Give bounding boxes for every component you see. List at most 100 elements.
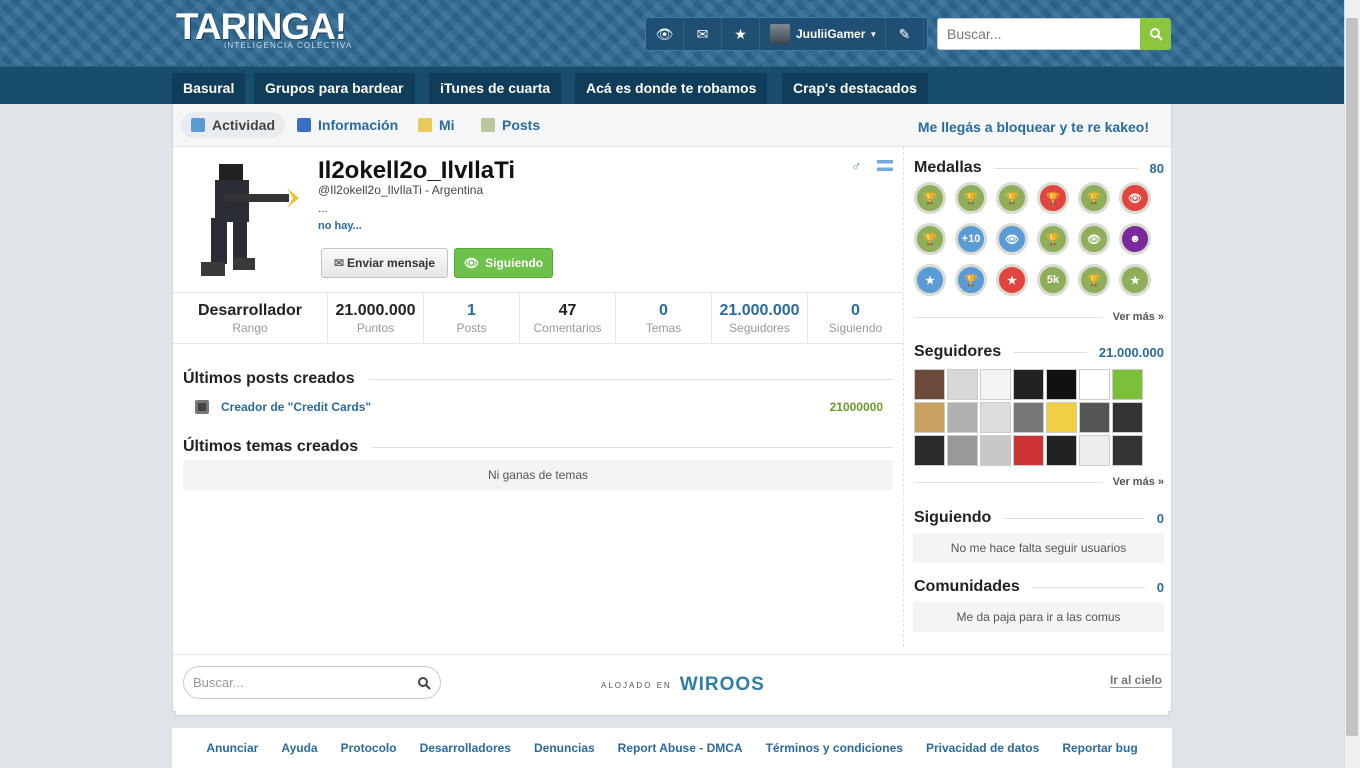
username: JuuliiGamer bbox=[796, 27, 866, 41]
follower-avatar[interactable] bbox=[914, 369, 945, 400]
footer-link-dmca[interactable]: Report Abuse - DMCA bbox=[618, 741, 743, 755]
follower-avatar[interactable] bbox=[914, 402, 945, 433]
nav-item-itunes[interactable]: iTunes de cuarta bbox=[429, 73, 562, 105]
medal-icon[interactable]: +10 bbox=[955, 223, 987, 255]
header-bar: TARINGA! INTELIGENCIA COLECTIVA 👁 ✉ ★ Ju… bbox=[0, 0, 1344, 66]
document-icon bbox=[481, 118, 495, 132]
follower-avatar[interactable] bbox=[1046, 402, 1077, 433]
monitor-eye-icon[interactable]: 👁 bbox=[646, 18, 684, 50]
medal-icon[interactable]: 🏆 bbox=[996, 182, 1028, 214]
medal-icon[interactable]: 🏆 bbox=[955, 264, 987, 296]
stat-rango: Desarrollador Rango bbox=[173, 293, 328, 343]
latest-topics-heading: Últimos temas creados bbox=[183, 438, 893, 456]
floppy-disk-icon bbox=[195, 400, 209, 414]
tab-mi[interactable]: Mi bbox=[418, 112, 455, 138]
user-menu[interactable]: JuuliiGamer ▼ bbox=[760, 18, 886, 50]
follower-avatar[interactable] bbox=[1112, 369, 1143, 400]
follower-avatar[interactable] bbox=[1046, 369, 1077, 400]
follower-avatar[interactable] bbox=[947, 435, 978, 466]
list-item[interactable]: Creador de "Credit Cards" 21000000 bbox=[183, 396, 893, 418]
medal-icon[interactable]: 👁 bbox=[1078, 223, 1110, 255]
footer-link-desarrolladores[interactable]: Desarrolladores bbox=[420, 741, 511, 755]
follower-avatar[interactable] bbox=[1112, 402, 1143, 433]
male-gender-icon: ♂ bbox=[851, 158, 862, 174]
follower-avatar[interactable] bbox=[947, 402, 978, 433]
follower-avatar[interactable] bbox=[1079, 369, 1110, 400]
medal-icon[interactable]: 👁 bbox=[996, 223, 1028, 255]
footer-link-ayuda[interactable]: Ayuda bbox=[281, 741, 317, 755]
follower-avatar[interactable] bbox=[1013, 402, 1044, 433]
follower-avatar[interactable] bbox=[1046, 435, 1077, 466]
nav-item-robamos[interactable]: Acá es donde te robamos bbox=[575, 73, 768, 105]
footer-divider bbox=[173, 654, 1171, 655]
search-input[interactable] bbox=[937, 18, 1141, 50]
stat-puntos: 21.000.000 Puntos bbox=[328, 293, 424, 343]
medal-icon[interactable]: 👁 bbox=[1119, 182, 1151, 214]
tab-posts[interactable]: Posts bbox=[481, 112, 540, 138]
medals-see-more[interactable]: Ver más » bbox=[914, 311, 1164, 323]
follower-avatar[interactable] bbox=[1013, 435, 1044, 466]
medal-icon[interactable]: 🏆 bbox=[1037, 182, 1069, 214]
logo-tagline: INTELIGENCIA COLECTIVA bbox=[224, 41, 353, 50]
follower-avatar[interactable] bbox=[1079, 435, 1110, 466]
following-button[interactable]: 👁 Siguiendo bbox=[454, 248, 553, 278]
profile-handle: @Il2okell2o_IlvIlaTi - Argentina bbox=[318, 183, 484, 197]
medal-icon[interactable]: ★ bbox=[1119, 264, 1151, 296]
medal-icon[interactable]: 🏆 bbox=[1078, 264, 1110, 296]
follower-avatar[interactable] bbox=[914, 435, 945, 466]
nav-item-grupos[interactable]: Grupos para bardear bbox=[254, 73, 415, 105]
avatar bbox=[770, 24, 790, 44]
medal-icon[interactable]: ★ bbox=[996, 264, 1028, 296]
scrollbar-thumb[interactable] bbox=[1346, 18, 1358, 736]
profile-more-link[interactable]: no hay... bbox=[318, 220, 362, 232]
footer-link-privacidad[interactable]: Privacidad de datos bbox=[926, 741, 1039, 755]
panel-shadow bbox=[175, 711, 1169, 716]
medal-icon[interactable]: ☻ bbox=[1119, 223, 1151, 255]
stat-seguidores[interactable]: 21.000.000 Seguidores bbox=[712, 293, 808, 343]
follower-avatar[interactable] bbox=[980, 402, 1011, 433]
follower-avatar[interactable] bbox=[1112, 435, 1143, 466]
stat-temas[interactable]: 0 Temas bbox=[616, 293, 712, 343]
footer-link-anunciar[interactable]: Anunciar bbox=[206, 741, 258, 755]
medal-icon[interactable]: 🏆 bbox=[1037, 223, 1069, 255]
follower-avatar[interactable] bbox=[980, 435, 1011, 466]
tab-actividad[interactable]: Actividad bbox=[181, 112, 286, 138]
nav-item-basural[interactable]: Basural bbox=[172, 73, 246, 105]
search-icon[interactable] bbox=[417, 676, 431, 690]
search-button[interactable] bbox=[1140, 18, 1171, 50]
footer-link-terminos[interactable]: Términos y condiciones bbox=[766, 741, 903, 755]
stat-siguiendo[interactable]: 0 Siguiendo bbox=[808, 293, 903, 343]
hosting-credit[interactable]: ALOJADO EN WIROOS bbox=[601, 674, 765, 696]
footer-link-denuncias[interactable]: Denuncias bbox=[534, 741, 595, 755]
footer-link-protocolo[interactable]: Protocolo bbox=[341, 741, 397, 755]
favorites-star-icon[interactable]: ★ bbox=[722, 18, 760, 50]
medal-icon[interactable]: 🏆 bbox=[1078, 182, 1110, 214]
medal-icon[interactable]: 🏆 bbox=[914, 223, 946, 255]
stat-posts[interactable]: 1 Posts bbox=[424, 293, 520, 343]
scroll-top-link[interactable]: Ir al cielo bbox=[1109, 673, 1162, 688]
profile-name: Il2okell2o_IlvIlaTi bbox=[318, 157, 515, 184]
footer-link-reportar-bug[interactable]: Reportar bug bbox=[1062, 741, 1137, 755]
user-toolbar: 👁 ✉ ★ JuuliiGamer ▼ ✎ bbox=[645, 17, 928, 51]
new-post-edit-icon[interactable]: ✎ bbox=[886, 18, 924, 50]
profile-slogan: Me llegás a bloquear y te re kakeo! bbox=[917, 119, 1149, 135]
follower-avatar[interactable] bbox=[1013, 369, 1044, 400]
footer-search-input[interactable]: Buscar... bbox=[183, 666, 441, 699]
envelope-icon: ✉ bbox=[333, 256, 344, 270]
followers-see-more[interactable]: Ver más » bbox=[914, 476, 1164, 488]
following-empty-message: No me hace falta seguir usuarios bbox=[913, 533, 1164, 563]
follower-avatar[interactable] bbox=[947, 369, 978, 400]
medal-icon[interactable]: 🏆 bbox=[955, 182, 987, 214]
profile-panel: Actividad Información Mi Posts Me llegás… bbox=[172, 104, 1172, 712]
medal-icon[interactable]: 5k bbox=[1037, 264, 1069, 296]
send-message-button[interactable]: ✉ Enviar mensaje bbox=[321, 248, 448, 278]
post-title[interactable]: Creador de "Credit Cards" bbox=[221, 400, 830, 414]
messages-envelope-icon[interactable]: ✉ bbox=[684, 18, 722, 50]
tab-informacion[interactable]: Información bbox=[297, 112, 398, 138]
follower-avatar[interactable] bbox=[980, 369, 1011, 400]
follower-avatar[interactable] bbox=[1079, 402, 1110, 433]
medal-icon[interactable]: ★ bbox=[914, 264, 946, 296]
medal-icon[interactable]: 🏆 bbox=[914, 182, 946, 214]
communities-heading: Comunidades 0 bbox=[914, 578, 1164, 595]
nav-item-destacados[interactable]: Crap's destacados bbox=[782, 73, 928, 105]
